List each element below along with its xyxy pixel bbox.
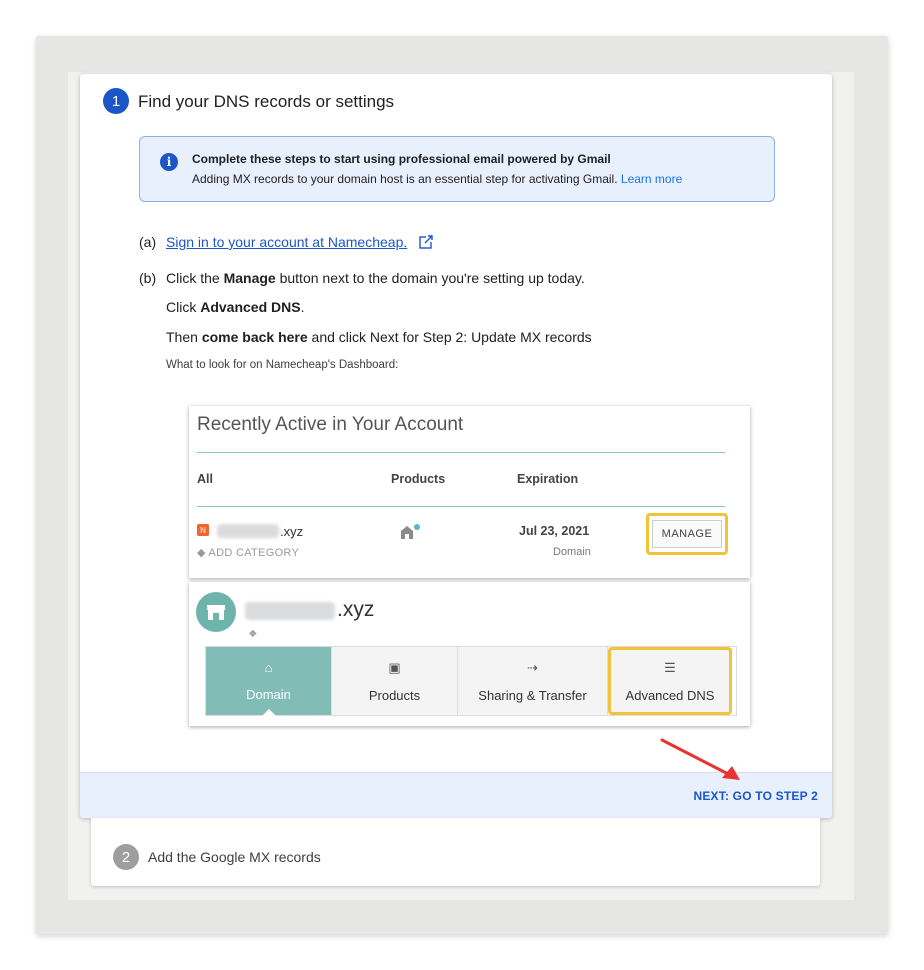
namecheap-recent-panel: Recently Active in Your Account All Prod… [189, 406, 750, 578]
tab-products[interactable]: ▣ Products [332, 647, 458, 715]
manage-highlight: MANAGE [646, 513, 728, 555]
col-header-expiration: Expiration [517, 472, 579, 486]
home-icon: ⌂ [264, 660, 273, 675]
tab-label: Sharing & Transfer [478, 687, 587, 703]
red-arrow-icon [660, 738, 740, 780]
instruction-come-back: Then come back here and click Next for S… [166, 329, 592, 345]
namecheap-signin-link[interactable]: Sign in to your account at Namecheap. [166, 234, 407, 250]
info-body: Adding MX records to your domain host is… [192, 172, 682, 186]
col-header-products: Products [391, 472, 446, 486]
step2-card[interactable]: 2 Add the Google MX records [91, 818, 820, 886]
add-category-label: ADD CATEGORY [208, 547, 300, 559]
store-glyph [207, 605, 225, 620]
dashboard-note: What to look for on Namecheap's Dashboar… [166, 359, 399, 371]
step1-card: 1 Find your DNS records or settings i Co… [80, 74, 832, 818]
tab-sharing-transfer[interactable]: ⇢ Sharing & Transfer [458, 647, 608, 715]
redacted-domain [245, 602, 335, 620]
share-icon: ⇢ [527, 659, 538, 675]
add-category-link[interactable]: ◆ ADD CATEGORY [197, 546, 299, 559]
instruction-manage: Click the Manage button next to the doma… [166, 270, 585, 286]
instruction-come-back-pre: Then [166, 329, 202, 345]
product-type: Domain [553, 546, 591, 558]
dns-icon: ☰ [664, 659, 676, 675]
domain-suffix: .xyz [280, 524, 304, 539]
info-body-text: Adding MX records to your domain host is… [192, 172, 618, 186]
manage-button[interactable]: MANAGE [652, 520, 722, 548]
namecheap-logo-icon: N [197, 524, 209, 536]
tab-domain[interactable]: ⌂ Domain [206, 647, 332, 716]
tab-label: Domain [246, 687, 291, 702]
info-title: Complete these steps to start using prof… [192, 152, 611, 166]
tag-icon: ◆ [249, 628, 257, 639]
instruction-come-back-post: and click Next for Step 2: Update MX rec… [307, 329, 592, 345]
info-banner: i Complete these steps to start using pr… [139, 136, 775, 202]
external-link-icon[interactable] [419, 235, 433, 249]
info-icon: i [160, 153, 178, 171]
step-a-label: (a) [139, 234, 157, 250]
instruction-manage-pre: Click the [166, 270, 224, 286]
divider [197, 506, 725, 507]
col-header-all: All [197, 472, 213, 486]
next-step-button[interactable]: NEXT: GO TO STEP 2 [693, 789, 818, 803]
domain-header-suffix: .xyz [337, 598, 375, 621]
instruction-advanced-dns-post: . [300, 299, 305, 315]
manage-bold: Manage [223, 270, 276, 286]
recent-panel-title: Recently Active in Your Account [197, 414, 464, 435]
store-icon [196, 592, 236, 632]
step1-title: Find your DNS records or settings [138, 92, 395, 111]
instruction-manage-post: button next to the domain you're setting… [275, 270, 585, 286]
step2-number-badge: 2 [113, 844, 139, 870]
domain-tabs: ⌂ Domain ▣ Products ⇢ Sharing & Transfer… [205, 646, 737, 716]
step1-number-badge: 1 [103, 88, 129, 114]
divider [197, 452, 725, 453]
tab-label: Advanced DNS [625, 687, 715, 703]
namecheap-domain-panel: .xyz ◆ ⌂ Domain ▣ Products ⇢ Sharing & T… [189, 582, 750, 726]
step2-title: Add the Google MX records [148, 849, 321, 865]
expiration-date: Jul 23, 2021 [519, 524, 590, 538]
tab-label: Products [368, 687, 421, 703]
step-b-label: (b) [139, 270, 157, 286]
box-icon: ▣ [388, 659, 401, 675]
come-back-bold: come back here [201, 329, 308, 345]
product-icon [401, 524, 420, 539]
instruction-advanced-dns: Click Advanced DNS. [166, 299, 304, 315]
learn-more-link[interactable]: Learn more [621, 172, 682, 186]
redacted-domain [217, 524, 279, 538]
advanced-dns-bold: Advanced DNS [200, 299, 301, 315]
instruction-advanced-dns-pre: Click [166, 299, 201, 315]
tab-advanced-dns[interactable]: ☰ Advanced DNS [608, 647, 732, 715]
